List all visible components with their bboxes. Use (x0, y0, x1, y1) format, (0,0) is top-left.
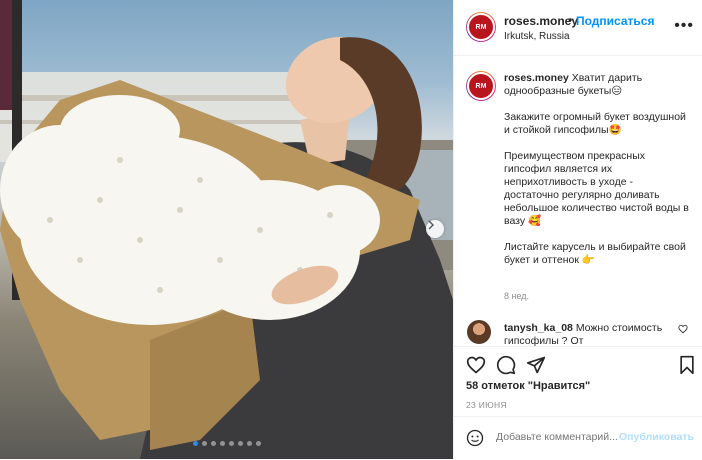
avatar-logo-text: RM (475, 23, 487, 31)
carousel-dot (246, 441, 252, 446)
post-comment-button[interactable]: Опубликовать (619, 431, 694, 443)
comment-username[interactable]: tanysh_ka_08 (504, 322, 573, 334)
comment-input[interactable] (496, 431, 622, 443)
author-avatar[interactable]: RM (466, 12, 496, 42)
comment-item: tanysh_ka_08 Можно стоимость гипсофилы ?… (504, 322, 664, 346)
share-icon[interactable] (526, 355, 546, 375)
follow-button[interactable]: Подписаться (576, 14, 654, 28)
post-caption: roses.money Хватит дарить однообразные б… (504, 72, 690, 280)
carousel-dot (237, 441, 243, 446)
emoji-icon[interactable] (466, 429, 484, 447)
photo-illustration (0, 0, 453, 459)
comment-like-heart-icon[interactable] (678, 324, 688, 334)
carousel-indicator (0, 441, 453, 446)
header-separator: • (568, 13, 573, 27)
avatar-logo-text: RM (475, 82, 487, 90)
post-location[interactable]: Irkutsk, Russia (504, 31, 570, 42)
add-comment-bar: Опубликовать (454, 416, 702, 460)
caption-paragraph-3: Преимуществом прекрасных гипсофил являет… (504, 150, 689, 227)
carousel-dot (201, 441, 207, 446)
likes-count[interactable]: 58 отметок "Нравится" (466, 380, 590, 392)
post-header: RM roses.money • Подписаться Irkutsk, Ru… (454, 0, 702, 56)
post-side-panel: RM roses.money • Подписаться Irkutsk, Ru… (453, 0, 702, 459)
avatar-logo: RM (467, 13, 495, 41)
caption-time-ago[interactable]: 8 нед. (504, 291, 529, 301)
carousel-dot (255, 441, 261, 446)
author-username[interactable]: roses.money (504, 14, 578, 28)
carousel-dot (192, 441, 198, 446)
caption-paragraph-4: Листайте карусель и выбирайте свой букет… (504, 241, 686, 266)
carousel-next-button[interactable] (426, 220, 444, 238)
avatar-logo: RM (467, 72, 495, 100)
commenter-avatar[interactable] (467, 320, 491, 344)
carousel-dot (210, 441, 216, 446)
bookmark-icon[interactable] (678, 355, 696, 375)
heart-icon[interactable] (466, 355, 486, 375)
caption-paragraph-2: Закажите огромный букет воздушной и стой… (504, 111, 686, 136)
comments-section: RM roses.money Хватит дарить однообразны… (454, 56, 702, 346)
post-date[interactable]: 23 ИЮНЯ (466, 400, 507, 410)
more-options-icon[interactable]: ••• (674, 17, 694, 35)
chevron-right-icon (428, 220, 434, 230)
comment-icon[interactable] (496, 355, 516, 375)
instagram-post-modal: RM roses.money • Подписаться Irkutsk, Ru… (0, 0, 702, 459)
caption-username[interactable]: roses.money (504, 72, 569, 84)
post-actions: 58 отметок "Нравится" 23 ИЮНЯ (454, 346, 702, 417)
caption-avatar[interactable]: RM (466, 71, 496, 101)
carousel-dot (219, 441, 225, 446)
post-photo[interactable] (0, 0, 453, 459)
carousel-dot (228, 441, 234, 446)
